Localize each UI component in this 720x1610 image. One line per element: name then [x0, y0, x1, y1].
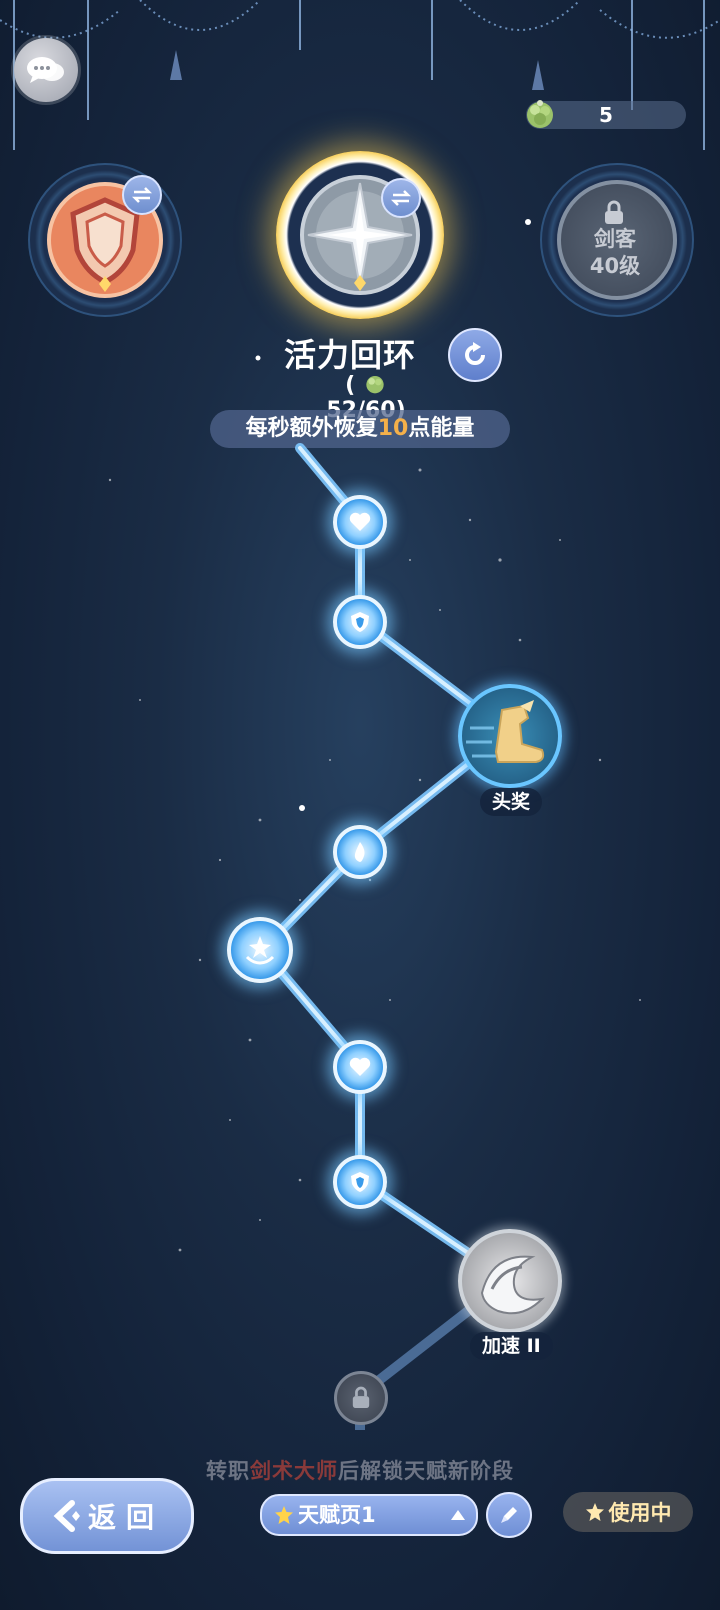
talent-page-select[interactable]: 天赋页1 — [260, 1494, 478, 1536]
talent-node-locked[interactable] — [334, 1371, 388, 1425]
talent-node-heart-2[interactable] — [333, 1040, 387, 1094]
talent-path-lines — [255, 443, 517, 1430]
medal-label-jackpot: 头奖 — [480, 788, 543, 816]
edit-page-button[interactable] — [486, 1492, 532, 1538]
talent-medal-speed[interactable] — [458, 1229, 562, 1333]
back-button[interactable]: 返回 — [20, 1478, 194, 1554]
healing-hands-icon — [245, 936, 275, 965]
winged-boot-icon — [466, 700, 545, 763]
hint-class: 剑术大师 — [250, 1459, 338, 1483]
in-use-status: 使用中 — [563, 1492, 693, 1532]
star-icon — [585, 1503, 604, 1521]
shield-icon — [351, 1172, 369, 1192]
talent-node-heart-1[interactable] — [333, 495, 387, 549]
page-select-label: 天赋页1 — [298, 1503, 376, 1527]
in-use-label: 使用中 — [608, 1501, 672, 1525]
triangle-up-icon — [451, 1510, 465, 1520]
flame-icon — [354, 842, 365, 862]
talent-medal-jackpot[interactable] — [458, 684, 562, 788]
lock-icon — [352, 1386, 370, 1408]
hint-suffix: 后解锁天赋新阶段 — [338, 1459, 514, 1483]
talent-node-flame[interactable] — [333, 825, 387, 879]
heart-icon — [349, 1057, 371, 1076]
medal-label-speed: 加速 II — [470, 1332, 553, 1360]
pencil-icon — [501, 1507, 517, 1523]
heart-icon — [349, 512, 371, 531]
unlock-hint: 转职剑术大师后解锁天赋新阶段 — [150, 1455, 570, 1485]
star-icon — [275, 1506, 293, 1524]
back-arrow-icon — [53, 1500, 80, 1532]
talent-node-healing-hands[interactable] — [227, 917, 293, 983]
speed-swirl-icon — [480, 1255, 545, 1315]
talent-node-shield-2[interactable] — [333, 1155, 387, 1209]
back-label: 返回 — [87, 1501, 164, 1534]
shield-icon — [351, 612, 369, 632]
talent-node-shield-1[interactable] — [333, 595, 387, 649]
hint-prefix: 转职 — [206, 1459, 250, 1483]
